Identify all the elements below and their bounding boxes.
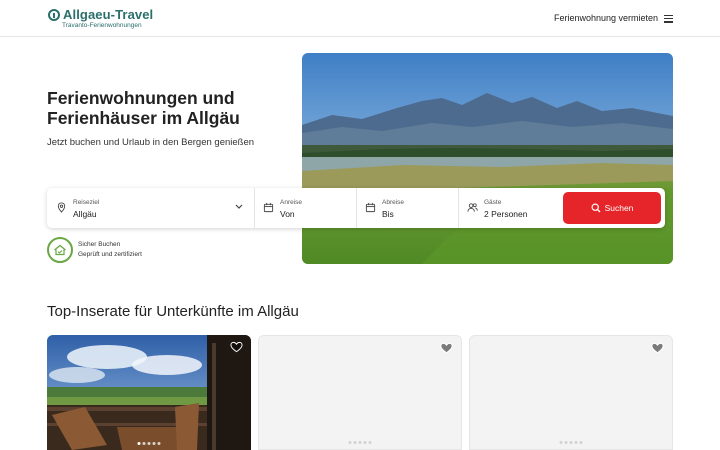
destination-label: Reiseziel	[73, 199, 100, 206]
logo-title: Allgaeu-Travel	[63, 7, 154, 22]
logo-subtitle: Travanto-Ferienwohnungen	[62, 22, 142, 29]
arrival-date-field[interactable]: Anreise Von	[255, 188, 356, 228]
listing-photo	[47, 335, 251, 450]
secure-booking-badge	[47, 237, 73, 263]
calendar-icon	[263, 202, 274, 213]
location-pin-icon	[57, 202, 66, 213]
arrival-value: Von	[280, 209, 295, 219]
logo-info-icon	[48, 9, 60, 21]
favorite-heart-icon[interactable]	[230, 341, 243, 353]
carousel-dots[interactable]	[559, 441, 584, 444]
site-header: Allgaeu-Travel Travanto-Ferienwohnungen …	[0, 0, 720, 37]
hero-title-line1: Ferienwohnungen und	[47, 88, 235, 108]
listing-card[interactable]	[47, 335, 251, 450]
search-button-label: Suchen	[604, 203, 634, 213]
arrival-label: Anreise	[280, 199, 303, 206]
search-icon	[591, 203, 601, 213]
hero-subtitle: Jetzt buchen und Urlaub in den Bergen ge…	[47, 137, 255, 148]
trust-title: Sicher Buchen	[78, 241, 121, 248]
guests-value: 2 Personen	[484, 209, 528, 219]
house-check-icon	[54, 244, 66, 256]
favorite-heart-icon[interactable]	[440, 342, 453, 354]
favorite-heart-icon[interactable]	[651, 342, 664, 354]
listing-card[interactable]	[469, 335, 673, 450]
trust-subtitle: Geprüft und zertifiziert	[78, 251, 142, 258]
hero-title-line2: Ferienhäuser im Allgäu	[47, 108, 240, 128]
hero-title: Ferienwohnungen und Ferienhäuser im Allg…	[47, 88, 287, 128]
guests-label: Gäste	[484, 199, 502, 206]
departure-label: Abreise	[382, 199, 405, 206]
guests-icon	[467, 203, 478, 212]
carousel-dots[interactable]	[348, 441, 373, 444]
guests-field[interactable]: Gäste 2 Personen	[459, 188, 561, 228]
hero-landscape-image	[302, 53, 673, 264]
destination-value: Allgäu	[73, 209, 97, 219]
departure-value: Bis	[382, 209, 394, 219]
destination-field[interactable]: Reiseziel Allgäu	[47, 188, 254, 228]
hamburger-menu-icon[interactable]	[664, 15, 673, 23]
chevron-down-icon[interactable]	[235, 204, 243, 210]
site-logo[interactable]: Allgaeu-Travel Travanto-Ferienwohnungen	[48, 7, 154, 29]
carousel-dots[interactable]	[137, 442, 162, 445]
listings-section-title: Top-Inserate für Unterkünfte im Allgäu	[47, 303, 299, 320]
host-link[interactable]: Ferienwohnung vermieten	[554, 13, 658, 23]
search-bar: Reiseziel Allgäu Anreise Von Abreise Bis	[47, 188, 665, 228]
search-button[interactable]: Suchen	[563, 192, 661, 224]
departure-date-field[interactable]: Abreise Bis	[357, 188, 458, 228]
listing-card[interactable]	[258, 335, 462, 450]
calendar-icon	[365, 202, 376, 213]
